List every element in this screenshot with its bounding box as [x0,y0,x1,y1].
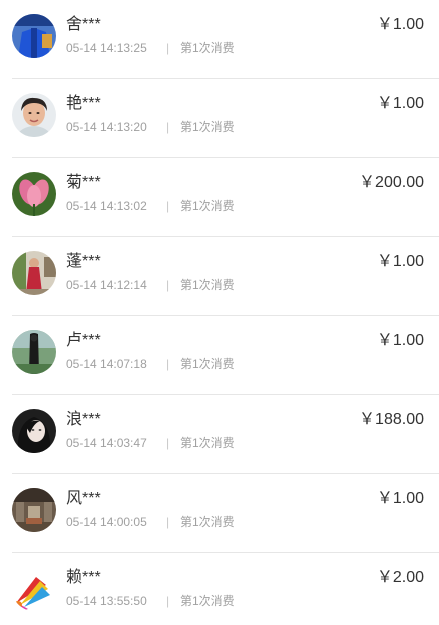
record-amount: ￥1.00 [376,253,424,270]
record-amount: ￥188.00 [359,411,424,428]
meta-separator: | [166,199,170,213]
record-note: 第1次消费 [180,120,235,134]
record-note: 第1次消费 [180,357,235,371]
list-item[interactable]: 卢*** 05-14 14:07:18 | 第1次消费 ￥1.00 [0,316,439,395]
customer-name: 浪*** [66,411,101,428]
meta-separator: | [166,594,170,608]
record-meta: 05-14 14:03:47 | 第1次消费 [66,435,235,451]
record-note: 第1次消费 [180,41,235,55]
meta-separator: | [166,357,170,371]
record-time: 05-14 14:13:02 [66,199,147,213]
record-time: 05-14 14:13:25 [66,41,147,55]
customer-name: 卢*** [66,332,101,349]
record-amount: ￥1.00 [376,490,424,507]
record-time: 05-14 13:55:50 [66,594,147,608]
record-note: 第1次消费 [180,594,235,608]
avatar [12,93,56,137]
record-meta: 05-14 14:07:18 | 第1次消费 [66,356,235,372]
record-time: 05-14 14:07:18 [66,357,147,371]
list-item[interactable]: 浪*** 05-14 14:03:47 | 第1次消费 ￥188.00 [0,395,439,474]
record-meta: 05-14 14:12:14 | 第1次消费 [66,277,235,293]
avatar [12,251,56,295]
list-item[interactable]: 舍*** 05-14 14:13:25 | 第1次消费 ￥1.00 [0,0,439,79]
record-amount: ￥2.00 [376,569,424,586]
record-meta: 05-14 14:13:25 | 第1次消费 [66,40,235,56]
record-time: 05-14 14:00:05 [66,515,147,529]
avatar [12,488,56,532]
record-amount: ￥1.00 [376,16,424,33]
customer-name: 舍*** [66,16,101,33]
meta-separator: | [166,41,170,55]
record-note: 第1次消费 [180,278,235,292]
record-meta: 05-14 14:13:02 | 第1次消费 [66,198,235,214]
record-amount: ￥1.00 [376,95,424,112]
list-item[interactable]: 赖*** 05-14 13:55:50 | 第1次消费 ￥2.00 [0,553,439,625]
list-item[interactable]: 风*** 05-14 14:00:05 | 第1次消费 ￥1.00 [0,474,439,553]
meta-separator: | [166,120,170,134]
record-meta: 05-14 13:55:50 | 第1次消费 [66,593,235,609]
record-note: 第1次消费 [180,436,235,450]
record-time: 05-14 14:13:20 [66,120,147,134]
customer-name: 风*** [66,490,101,507]
customer-name: 蓬*** [66,253,101,270]
record-note: 第1次消费 [180,515,235,529]
avatar [12,567,56,611]
record-time: 05-14 14:12:14 [66,278,147,292]
avatar [12,172,56,216]
list-item[interactable]: 蓬*** 05-14 14:12:14 | 第1次消费 ￥1.00 [0,237,439,316]
record-time: 05-14 14:03:47 [66,436,147,450]
record-meta: 05-14 14:13:20 | 第1次消费 [66,119,235,135]
list-item[interactable]: 艳*** 05-14 14:13:20 | 第1次消费 ￥1.00 [0,79,439,158]
consumption-record-list: 舍*** 05-14 14:13:25 | 第1次消费 ￥1.00 艳*** 05-… [0,0,439,625]
record-amount: ￥1.00 [376,332,424,349]
meta-separator: | [166,436,170,450]
customer-name: 赖*** [66,569,101,586]
avatar [12,14,56,58]
record-amount: ￥200.00 [359,174,424,191]
customer-name: 艳*** [66,95,101,112]
record-meta: 05-14 14:00:05 | 第1次消费 [66,514,235,530]
list-item[interactable]: 菊*** 05-14 14:13:02 | 第1次消费 ￥200.00 [0,158,439,237]
meta-separator: | [166,515,170,529]
customer-name: 菊*** [66,174,101,191]
meta-separator: | [166,278,170,292]
avatar [12,330,56,374]
record-note: 第1次消费 [180,199,235,213]
avatar [12,409,56,453]
